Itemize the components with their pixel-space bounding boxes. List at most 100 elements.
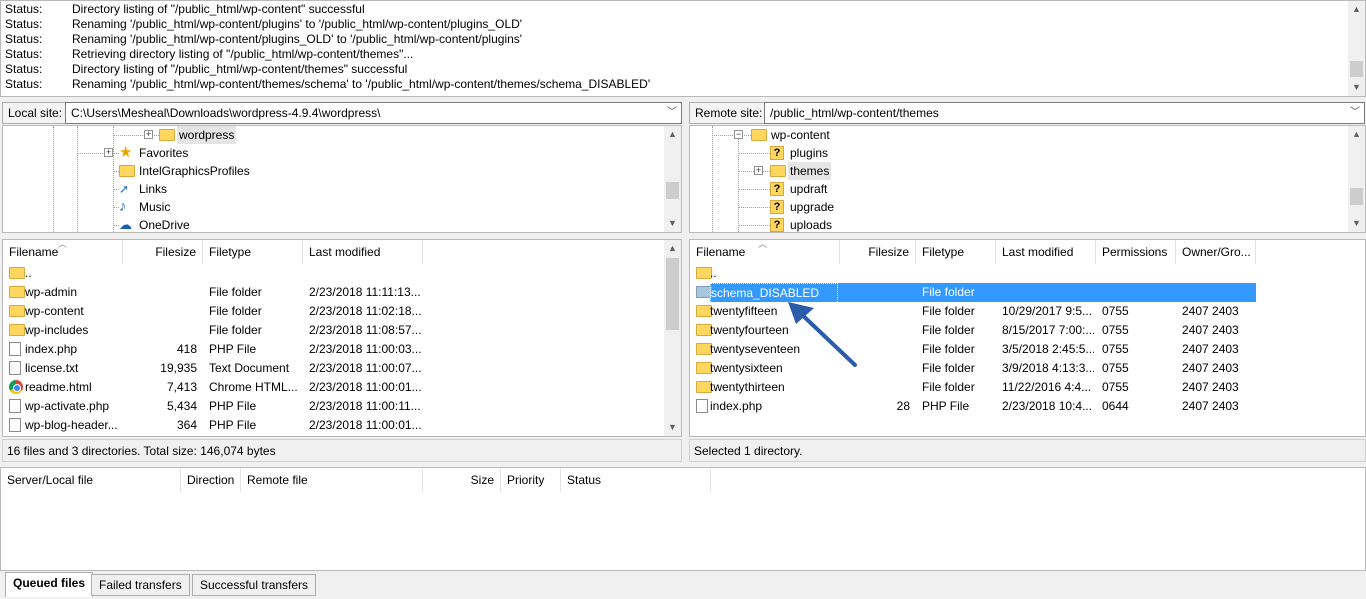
file-row[interactable]: index.php 418 PHP File 2/23/2018 11:00:03..… [3,340,663,359]
cloud-icon: ☁ [119,217,132,232]
remote-site-path-input[interactable]: /public_html/wp-content/themes ﹀ [764,102,1365,124]
tree-item-plugins[interactable]: ? plugins [690,144,1330,162]
file-row[interactable]: wp-admin File folder 2/23/2018 11:11:13... [3,283,663,302]
scroll-down-arrow-icon[interactable]: ▼ [1348,79,1365,96]
chevron-down-icon[interactable]: ﹀ [667,103,677,123]
tree-item-themes[interactable]: + themes [690,162,1330,180]
local-directory-tree[interactable]: ▲ ▼ + wordpress + ★ Favorites IntelGraphicsPr… [2,125,682,233]
local-tree-scrollbar[interactable]: ▲ ▼ [664,126,681,232]
column-header-filetype[interactable]: Filetype [916,240,996,264]
scroll-up-arrow-icon[interactable]: ▲ [664,240,681,257]
log-entry-text: Directory listing of "/public_html/wp-co… [72,2,365,16]
column-header-server-local-file[interactable]: Server/Local file [1,468,181,492]
annotation-arrow-icon [788,302,857,367]
scroll-up-arrow-icon[interactable]: ▲ [1348,126,1365,143]
scroll-down-arrow-icon[interactable]: ▼ [664,215,681,232]
column-header-last-modified[interactable]: Last modified [303,240,423,264]
log-entry: Status: Retrieving directory listing of "… [5,47,413,62]
file-row[interactable]: .. [690,264,1350,283]
file-modified-cell: 2/23/2018 11:00:01... [309,380,421,394]
tab-queued-files[interactable]: Queued files [5,572,94,597]
chevron-down-icon[interactable]: ﹀ [1350,103,1360,123]
file-size-cell: 5,434 [166,399,197,413]
log-entry: Status: Directory listing of "/public_htm… [5,62,407,77]
expand-icon[interactable]: + [754,166,763,175]
message-log[interactable]: Status: Directory listing of "/public_htm… [0,0,1366,97]
scroll-up-arrow-icon[interactable]: ▲ [664,126,681,143]
scroll-down-arrow-icon[interactable]: ▼ [1348,215,1365,232]
column-header-filetype[interactable]: Filetype [203,240,303,264]
tree-item-links[interactable]: ➚ Links [3,180,643,198]
tree-item-favorites[interactable]: + ★ Favorites [3,144,643,162]
column-header-filename[interactable]: ︿ Filename [690,240,840,264]
tree-item-music[interactable]: ♪ Music [3,198,643,216]
local-site-path-input[interactable]: C:\Users\Mesheal\Downloads\wordpress-4.9… [65,102,682,124]
log-entry-label: Status: [5,47,43,61]
expand-icon[interactable]: + [104,148,113,157]
file-modified-cell: 2/23/2018 11:00:03... [309,342,421,356]
transfer-queue[interactable]: Server/Local file Direction Remote file … [0,467,1366,571]
file-row[interactable]: wp-content File folder 2/23/2018 11:02:18.… [3,302,663,321]
column-header-direction[interactable]: Direction [181,468,241,492]
file-row[interactable]: .. [3,264,663,283]
tree-item-onedrive[interactable]: ☁ OneDrive [3,216,643,232]
file-size-cell: 418 [176,342,197,356]
column-header-permissions[interactable]: Permissions [1096,240,1176,264]
scroll-thumb[interactable] [666,182,679,199]
queue-tabs: Queued files Failed transfers Successful… [0,572,1366,599]
column-header-owner-group[interactable]: Owner/Gro... [1176,240,1256,264]
scroll-up-arrow-icon[interactable]: ▲ [1348,1,1365,18]
scroll-thumb[interactable] [1350,61,1363,77]
column-header-filesize[interactable]: Filesize [123,240,203,264]
tree-item-upgrade[interactable]: ? upgrade [690,198,1330,216]
tab-failed-transfers[interactable]: Failed transfers [91,574,190,596]
local-site-label: Local site: [2,102,69,124]
file-type-cell: PHP File [922,399,970,413]
remote-directory-tree[interactable]: ▲ ▼ − wp-content? plugins + themes? updraft? u… [689,125,1366,233]
file-icon [9,342,21,356]
collapse-icon[interactable]: − [734,130,743,139]
column-header-last-modified[interactable]: Last modified [996,240,1096,264]
log-scrollbar[interactable]: ▲ ▼ [1348,1,1365,96]
column-header-filesize[interactable]: Filesize [840,240,916,264]
remote-site-bar: Remote site: /public_html/wp-content/the… [689,102,1366,124]
file-modified-cell: 2/23/2018 11:00:07... [309,361,421,375]
column-header-remote-file[interactable]: Remote file [241,468,423,492]
file-type-cell: File folder [922,323,975,337]
file-row[interactable]: wp-activate.php 5,434 PHP File 2/23/2018 11… [3,397,663,416]
file-row[interactable]: license.txt 19,935 Text Document 2/23/2018 … [3,359,663,378]
remote-tree-scrollbar[interactable]: ▲ ▼ [1348,126,1365,232]
file-name-cell: wp-activate.php [25,399,110,413]
column-header-status[interactable]: Status [561,468,711,492]
tree-item-intelgraphicsprofiles[interactable]: IntelGraphicsProfiles [3,162,643,180]
scroll-down-arrow-icon[interactable]: ▼ [664,419,681,436]
log-entry: Status: Renaming '/public_html/wp-content… [5,32,522,47]
column-header-size[interactable]: Size [423,468,501,492]
tab-successful-transfers[interactable]: Successful transfers [192,574,317,596]
local-list-scrollbar[interactable]: ▲ ▼ [664,240,681,436]
file-row[interactable]: wp-includes File folder 2/23/2018 11:08:57… [3,321,663,340]
file-modified-cell: 2/23/2018 10:4... [1002,399,1093,413]
tree-item-label: wp-content [771,128,830,142]
file-row[interactable]: wp-blog-header... 364 PHP File 2/23/2018 11… [3,416,663,435]
file-modified-cell: 2/23/2018 11:11:13... [309,285,421,299]
scroll-thumb[interactable] [1350,188,1363,205]
scroll-thumb[interactable] [666,258,679,330]
tree-item-uploads[interactable]: ? uploads [690,216,1330,232]
file-row[interactable]: twentythirteen File folder 11/22/2016 4:4.… [690,378,1350,397]
tree-item-label: Favorites [139,146,189,160]
file-row[interactable]: readme.html 7,413 Chrome HTML... 2/23/2018 … [3,378,663,397]
column-header-filename[interactable]: ︿ Filename [3,240,123,264]
file-owner-cell: 2407 2403 [1182,380,1239,394]
file-type-cell: File folder [209,304,262,318]
tree-item-label: themes [788,162,832,180]
file-name-cell: .. [25,266,32,280]
tree-item-wp-content[interactable]: − wp-content [690,126,1330,144]
column-header-priority[interactable]: Priority [501,468,561,492]
tree-item-updraft[interactable]: ? updraft [690,180,1330,198]
file-row[interactable]: index.php 28 PHP File 2/23/2018 10:4... 0644… [690,397,1350,416]
file-type-cell: File folder [922,342,975,356]
tree-item-wordpress[interactable]: + wordpress [3,126,643,144]
local-file-list[interactable]: ︿ Filename Filesize Filetype Last modifie… [2,239,682,437]
expand-icon[interactable]: + [144,130,153,139]
